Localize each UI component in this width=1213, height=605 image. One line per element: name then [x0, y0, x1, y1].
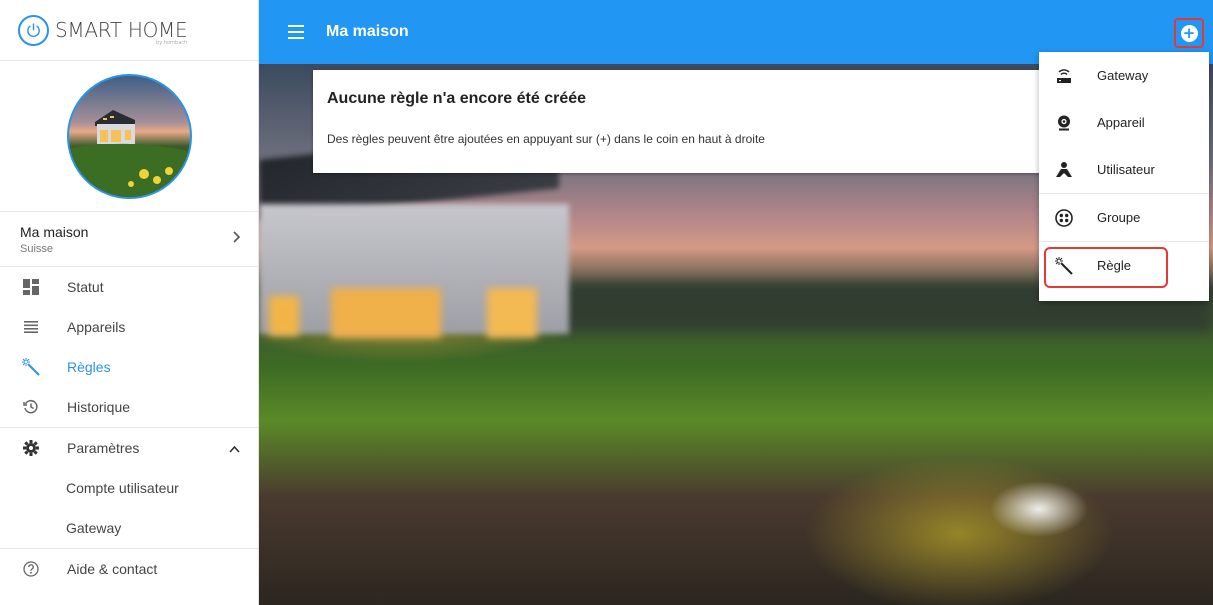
place-name: Ma maison [20, 223, 89, 240]
chevron-up-icon[interactable] [229, 440, 240, 456]
hamburger-menu-icon[interactable] [288, 25, 304, 39]
empty-rules-title: Aucune règle n'a encore été créée [327, 90, 587, 107]
history-icon [22, 398, 40, 416]
sidebar-item-appareils[interactable]: Appareils [0, 307, 258, 347]
group-icon [1055, 208, 1073, 227]
power-icon [18, 14, 49, 46]
magic-wand-icon [1055, 256, 1073, 275]
menu-item-label: Groupe [1097, 210, 1141, 225]
sidebar-item-label: Compte utilisateur [66, 480, 179, 496]
router-icon [1055, 67, 1073, 85]
sidebar-item-label: Règles [67, 359, 111, 375]
logo-brand: SMART HOME [55, 18, 188, 42]
dashboard-icon [22, 278, 40, 296]
sidebar-item-label: Paramètres [67, 440, 140, 456]
user-icon [1055, 161, 1073, 179]
chevron-right-icon [232, 230, 241, 248]
empty-rules-card: Aucune règle n'a encore été créée Des rè… [313, 70, 1088, 173]
gear-icon [22, 439, 40, 457]
sidebar-item-label: Gateway [66, 520, 122, 536]
menu-item-label: Utilisateur [1097, 162, 1155, 177]
add-menu: Gateway Appareil Utilisateur Groupe Règl… [1039, 52, 1209, 301]
sidebar-item-statut[interactable]: Statut [0, 267, 258, 307]
empty-rules-hint: Des règles peuvent être ajoutées en appu… [327, 132, 765, 146]
page-title: Ma maison [326, 23, 409, 40]
home-avatar-area [0, 61, 258, 211]
magic-wand-icon [22, 358, 40, 376]
sidebar-item-parametres[interactable]: Paramètres [0, 428, 258, 468]
sidebar-item-label: Statut [67, 279, 104, 295]
menu-item-appareil[interactable]: Appareil [1039, 99, 1209, 146]
sidebar-item-aide[interactable]: Aide & contact [0, 549, 258, 589]
main-area: Ma maison + Aucune règle n'a encore été … [259, 0, 1213, 605]
menu-item-label: Gateway [1097, 68, 1149, 83]
place-selector[interactable]: Ma maison Suisse [0, 211, 258, 267]
logo: SMART HOME by hornbach [0, 0, 258, 61]
webcam-icon [1055, 114, 1073, 132]
help-icon [22, 560, 40, 578]
place-country: Suisse [20, 242, 54, 255]
sidebar-item-regles[interactable]: Règles [0, 347, 258, 387]
menu-item-regle[interactable]: Règle [1039, 242, 1209, 289]
sidebar-item-compte-utilisateur[interactable]: Compte utilisateur [0, 468, 258, 508]
sidebar-item-label: Aide & contact [67, 561, 158, 577]
menu-item-groupe[interactable]: Groupe [1039, 194, 1209, 241]
menu-item-gateway[interactable]: Gateway [1039, 52, 1209, 99]
sidebar-item-label: Appareils [67, 319, 126, 335]
sidebar-item-gateway[interactable]: Gateway [0, 508, 258, 548]
menu-item-label: Règle [1097, 258, 1131, 273]
plus-icon: + [1180, 24, 1198, 42]
list-icon [22, 318, 40, 336]
logo-sub: by hornbach [156, 40, 188, 46]
home-avatar[interactable] [66, 73, 192, 199]
sidebar-item-historique[interactable]: Historique [0, 387, 258, 427]
logo-text: SMART HOME by hornbach [55, 18, 188, 46]
sidebar: SMART HOME by hornbach Ma maison Suisse … [0, 0, 259, 605]
menu-item-utilisateur[interactable]: Utilisateur [1039, 146, 1209, 193]
add-button[interactable]: + [1174, 18, 1204, 48]
sidebar-item-label: Historique [67, 399, 131, 415]
menu-item-label: Appareil [1097, 115, 1145, 130]
